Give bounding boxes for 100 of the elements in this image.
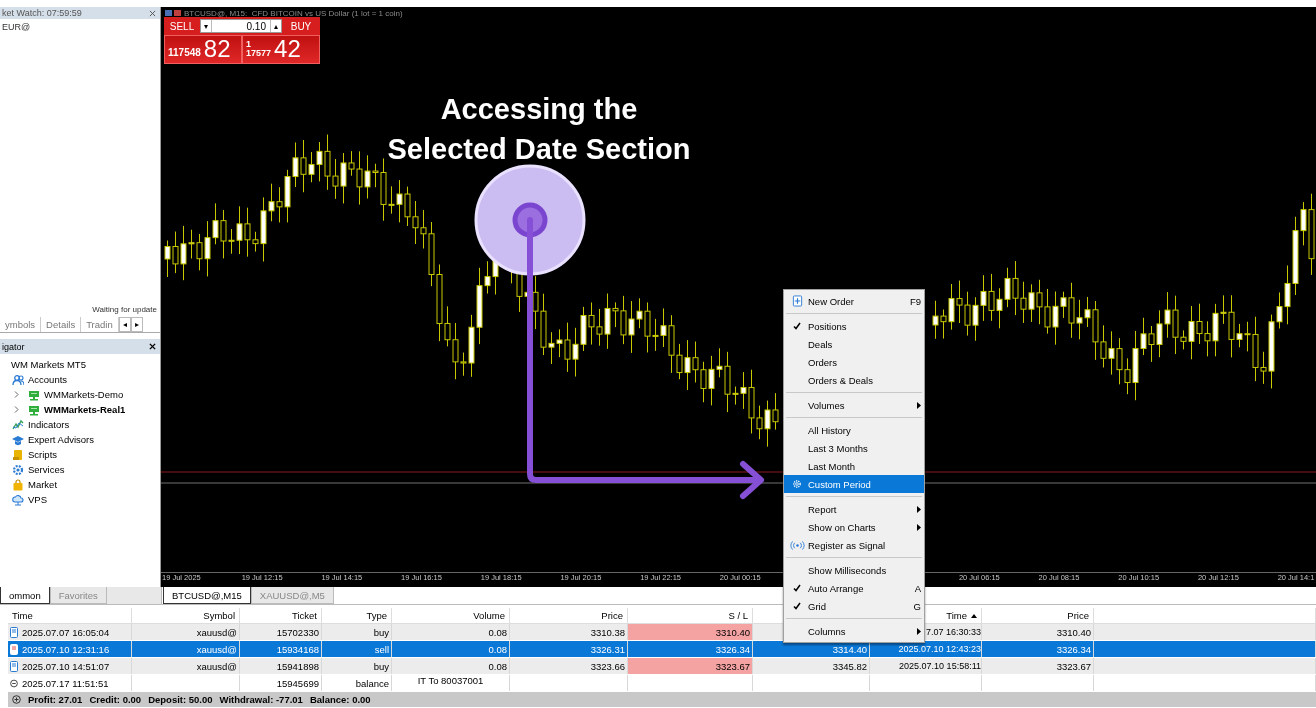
- menu-item[interactable]: Orders & Deals: [784, 371, 924, 389]
- line-chart-icon: [12, 418, 24, 431]
- table-cell: 15941898: [240, 658, 322, 674]
- symbol-row[interactable]: EUR@: [2, 22, 158, 32]
- chart-title: BTCUSD@, M15: CFD BITCOIN vs US Dollar (1 lot = 1 coin): [184, 8, 403, 18]
- table-cell: 2025.07.07 16:05:04: [22, 626, 110, 638]
- tree-item[interactable]: Indicators: [28, 419, 70, 430]
- monitor-icon: [28, 403, 40, 416]
- menu-item[interactable]: Auto Arrange A: [784, 579, 924, 597]
- column-header: Type: [366, 610, 387, 621]
- annotation-heading: Accessing the Selected Date Section: [386, 92, 692, 167]
- tree-item[interactable]: Accounts: [28, 374, 68, 385]
- header-cell[interactable]: Price: [982, 608, 1094, 623]
- table-cell: 3310.40: [628, 624, 753, 640]
- column-header: Price: [601, 610, 623, 621]
- scroll-icon: [12, 448, 24, 461]
- close-icon[interactable]: [149, 343, 156, 350]
- tab[interactable]: Details: [41, 317, 82, 332]
- price-prefix: 1: [246, 40, 252, 49]
- people-icon: [12, 373, 24, 386]
- table-cell: buy: [322, 624, 392, 640]
- column-header: Price: [1067, 610, 1089, 621]
- menu-item[interactable]: Orders: [784, 353, 924, 371]
- summary-value: Profit: 27.01: [28, 694, 83, 705]
- table-row[interactable]: 2025.07.10 14:51:07 xauusd@ 15941898 buy 0.08 3323.66 3323.67 3345.82 2025.07.10 15:58:11 3323.67: [8, 658, 1316, 675]
- menu-item[interactable]: New Order F9: [784, 292, 924, 310]
- header-cell[interactable]: Price: [510, 608, 628, 623]
- menu-item[interactable]: Show Milliseconds: [784, 561, 924, 579]
- tree-item[interactable]: WMMarkets-Real1: [44, 404, 126, 415]
- tab[interactable]: ommon: [0, 587, 50, 604]
- summary-value: Withdrawal: -77.01: [219, 694, 303, 705]
- price-pips: 82: [203, 37, 231, 61]
- menu-item[interactable]: Report: [784, 500, 924, 518]
- tree-item[interactable]: WM Markets MT5: [11, 359, 86, 370]
- chart-tab[interactable]: BTCUSD@,M15: [163, 587, 251, 604]
- menu-item[interactable]: Volumes: [784, 396, 924, 414]
- table-cell: 3326.34: [628, 641, 753, 657]
- shopping-bag-icon: [12, 478, 24, 491]
- increase-button[interactable]: ▴: [270, 20, 281, 32]
- header-cell[interactable]: Ticket: [240, 608, 322, 623]
- header-cell[interactable]: Symbol: [132, 608, 240, 623]
- panel-title: ket Watch: 07:59:59: [2, 8, 82, 18]
- signal-icon: [789, 540, 805, 550]
- graduation-cap-icon: [12, 433, 24, 446]
- tree-item[interactable]: WMMarkets-Demo: [44, 389, 124, 400]
- tab[interactable]: ymbols: [0, 317, 42, 332]
- column-header: Symbol: [203, 610, 235, 621]
- menu-item[interactable]: All History: [784, 421, 924, 439]
- tab[interactable]: Tradin: [81, 317, 119, 332]
- check-icon: [793, 322, 801, 330]
- minus-circle-icon: [10, 677, 18, 689]
- table-cell: 2025.07.10 15:58:11: [870, 658, 982, 674]
- price-prefix: 117548: [168, 47, 201, 58]
- panel-title: igator: [2, 341, 25, 352]
- tree-item[interactable]: Market: [28, 479, 58, 490]
- bid-price[interactable]: 117548 82: [164, 35, 242, 64]
- tree-item[interactable]: Expert Advisors: [28, 434, 94, 445]
- table-cell: 15702330: [240, 624, 322, 640]
- document-icon: [10, 626, 18, 638]
- sort-icon: [971, 613, 977, 618]
- lot-field[interactable]: ▾ 0.10 ▴: [200, 19, 282, 33]
- menu-item[interactable]: Last Month: [784, 457, 924, 475]
- table-cell: xauusd@: [132, 641, 240, 657]
- submenu-arrow-icon: [917, 523, 921, 531]
- document-icon: [10, 643, 18, 655]
- menu-item[interactable]: Custom Period: [784, 475, 924, 493]
- menu-item[interactable]: Register as Signal: [784, 536, 924, 554]
- menu-item[interactable]: Positions: [784, 317, 924, 335]
- status-text: Waiting for update: [92, 305, 157, 314]
- table-cell: 0.08: [392, 658, 510, 674]
- header-cell[interactable]: S / L: [628, 608, 753, 623]
- column-header: Ticket: [292, 610, 317, 621]
- header-cell[interactable]: Volume: [392, 608, 510, 623]
- summary-value: Credit: 0.00: [89, 694, 142, 705]
- gear-icon: [792, 479, 802, 489]
- summary-value: Balance: 0.00: [309, 694, 371, 705]
- price-prefix: 17577: [246, 49, 272, 58]
- header-cell[interactable]: Type: [322, 608, 392, 623]
- plus-circle-icon[interactable]: [12, 695, 21, 704]
- table-cell: 3323.67: [628, 658, 753, 674]
- table-cell: 2025.07.17 11:51:51: [22, 677, 109, 689]
- menu-item[interactable]: Show on Charts: [784, 518, 924, 536]
- menu-item[interactable]: Last 3 Months: [784, 439, 924, 457]
- column-header: S / L: [728, 610, 748, 621]
- table-cell: 0.08: [392, 641, 510, 657]
- table-cell: 3326.31: [510, 641, 628, 657]
- table-row[interactable]: 2025.07.10 12:31:16 xauusd@ 15934168 sell 0.08 3326.31 3326.34 3314.40 2025.07.10 12:43:23 3326.34: [8, 641, 1316, 658]
- header-cell[interactable]: Time: [8, 608, 132, 623]
- submenu-arrow-icon: [917, 401, 921, 409]
- table-cell: sell: [322, 641, 392, 657]
- cloud-icon: [12, 493, 24, 506]
- table-row[interactable]: 2025.07.17 11:51:51 15945699 balance IT To 80037001: [8, 675, 1316, 692]
- tree-item[interactable]: Services: [28, 464, 65, 475]
- tree-item[interactable]: Scripts: [28, 449, 58, 460]
- column-header: Time: [12, 610, 33, 621]
- tree-item[interactable]: VPS: [28, 494, 47, 505]
- menu-item[interactable]: Deals: [784, 335, 924, 353]
- table-cell: xauusd@: [132, 658, 240, 674]
- check-icon: [793, 602, 801, 610]
- decrease-button[interactable]: ▾: [201, 20, 212, 32]
